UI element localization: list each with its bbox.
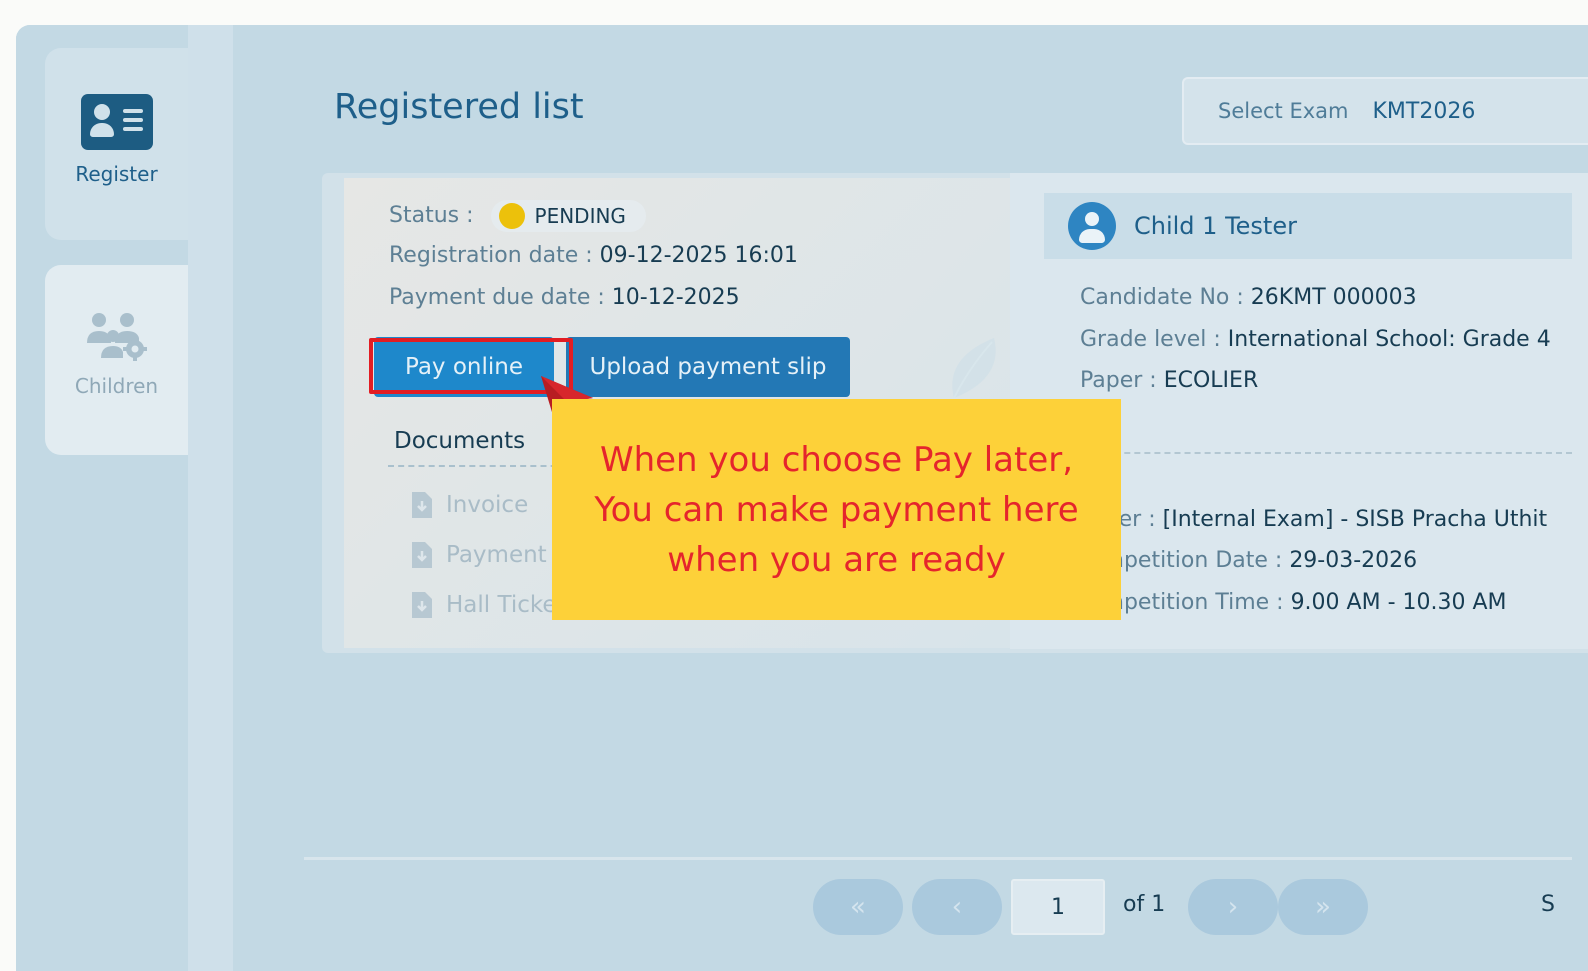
children-settings-icon bbox=[86, 313, 147, 361]
competition-date-row: npetition Date : 29-03-2026 bbox=[1110, 548, 1417, 573]
registration-date-row: Registration date : 09-12-2025 16:01 bbox=[389, 243, 798, 268]
prev-page-button[interactable]: ‹ bbox=[912, 879, 1002, 935]
exam-select-value: KMT2026 bbox=[1372, 98, 1476, 124]
competition-date-label: npetition Date : bbox=[1110, 548, 1283, 573]
grade-level-label: Grade level : bbox=[1080, 327, 1221, 352]
child-name: Child 1 Tester bbox=[1134, 212, 1297, 240]
file-download-icon bbox=[412, 542, 432, 568]
exam-select[interactable]: Select Exam KMT2026 bbox=[1182, 77, 1588, 145]
document-payment[interactable]: Payment bbox=[412, 542, 547, 568]
grade-level-value: International School: Grade 4 bbox=[1227, 327, 1551, 352]
document-label: Invoice bbox=[446, 492, 529, 518]
sidebar-item-register[interactable]: Register bbox=[45, 48, 188, 240]
child-header: Child 1 Tester bbox=[1044, 193, 1572, 259]
paper-value: ECOLIER bbox=[1163, 368, 1259, 393]
last-page-button[interactable]: » bbox=[1278, 879, 1368, 935]
competition-date-value: 29-03-2026 bbox=[1289, 548, 1418, 573]
candidate-no-label: Candidate No : bbox=[1080, 285, 1244, 310]
exam-center-clip: ter : [Internal Exam] - SISB Pracha Uthi… bbox=[1110, 507, 1572, 532]
payment-due-date-value: 10-12-2025 bbox=[611, 285, 740, 310]
document-hall-ticket[interactable]: Hall Ticke bbox=[412, 592, 557, 618]
registration-date-label: Registration date : bbox=[389, 243, 593, 268]
exam-select-label: Select Exam bbox=[1218, 99, 1349, 123]
next-page-button[interactable]: › bbox=[1188, 879, 1278, 935]
paper-label: Paper : bbox=[1080, 368, 1157, 393]
payment-due-date-row: Payment due date : 10-12-2025 bbox=[389, 285, 740, 310]
grade-level-clip: Grade level : International School: Grad… bbox=[1080, 327, 1572, 352]
documents-title: Documents bbox=[394, 428, 526, 454]
info-divider bbox=[1044, 452, 1572, 454]
sidebar-item-label: Register bbox=[75, 162, 158, 186]
document-label: Hall Ticke bbox=[446, 592, 557, 618]
callout-line-2: You can make payment here bbox=[594, 489, 1079, 530]
exam-center-value: [Internal Exam] - SISB Pracha Uthit bbox=[1162, 507, 1548, 532]
page-count: of 1 bbox=[1123, 892, 1166, 917]
sidebar-item-label: Children bbox=[74, 374, 159, 398]
status-value: PENDING bbox=[534, 204, 626, 228]
competition-time-row: npetition Time : 9.00 AM - 10.30 AM bbox=[1110, 590, 1507, 615]
exam-center-row: ter : [Internal Exam] - SISB Pracha Uthi… bbox=[1110, 507, 1572, 532]
file-download-icon bbox=[412, 492, 432, 518]
leaf-watermark-icon bbox=[952, 338, 996, 399]
registration-date-value: 09-12-2025 16:01 bbox=[599, 243, 798, 268]
payment-due-date-label: Payment due date : bbox=[389, 285, 605, 310]
candidate-no-value: 26KMT 000003 bbox=[1250, 285, 1417, 310]
status-label: Status : bbox=[389, 203, 474, 228]
status-badge: PENDING bbox=[490, 200, 646, 232]
competition-time-label: npetition Time : bbox=[1110, 590, 1284, 615]
grade-level-row: Grade level : International School: Grad… bbox=[1080, 327, 1572, 352]
status-row: Status : PENDING bbox=[389, 200, 646, 232]
sidebar-item-children[interactable]: Children bbox=[45, 265, 188, 455]
callout-line-1: When you choose Pay later, bbox=[599, 439, 1074, 480]
id-card-icon bbox=[80, 94, 153, 150]
footer-divider bbox=[304, 857, 1572, 860]
competition-time-value: 9.00 AM - 10.30 AM bbox=[1290, 590, 1507, 615]
candidate-no-row: Candidate No : 26KMT 000003 bbox=[1080, 285, 1417, 310]
tutorial-callout: When you choose Pay later, You can make … bbox=[552, 399, 1121, 620]
sidebar-gap bbox=[188, 25, 233, 971]
page-size-label: S bbox=[1541, 892, 1555, 917]
document-invoice[interactable]: Invoice bbox=[412, 492, 528, 518]
upload-payment-slip-button[interactable]: Upload payment slip bbox=[566, 337, 850, 397]
first-page-button[interactable]: « bbox=[813, 879, 903, 935]
file-download-icon bbox=[412, 592, 432, 618]
callout-line-3: when you are ready bbox=[667, 539, 1006, 580]
document-label: Payment bbox=[446, 542, 547, 568]
paper-row: Paper : ECOLIER bbox=[1080, 368, 1258, 393]
status-dot-icon bbox=[498, 203, 525, 229]
avatar bbox=[1068, 202, 1116, 250]
page-title: Registered list bbox=[334, 87, 584, 127]
page-number-input[interactable] bbox=[1011, 879, 1105, 935]
